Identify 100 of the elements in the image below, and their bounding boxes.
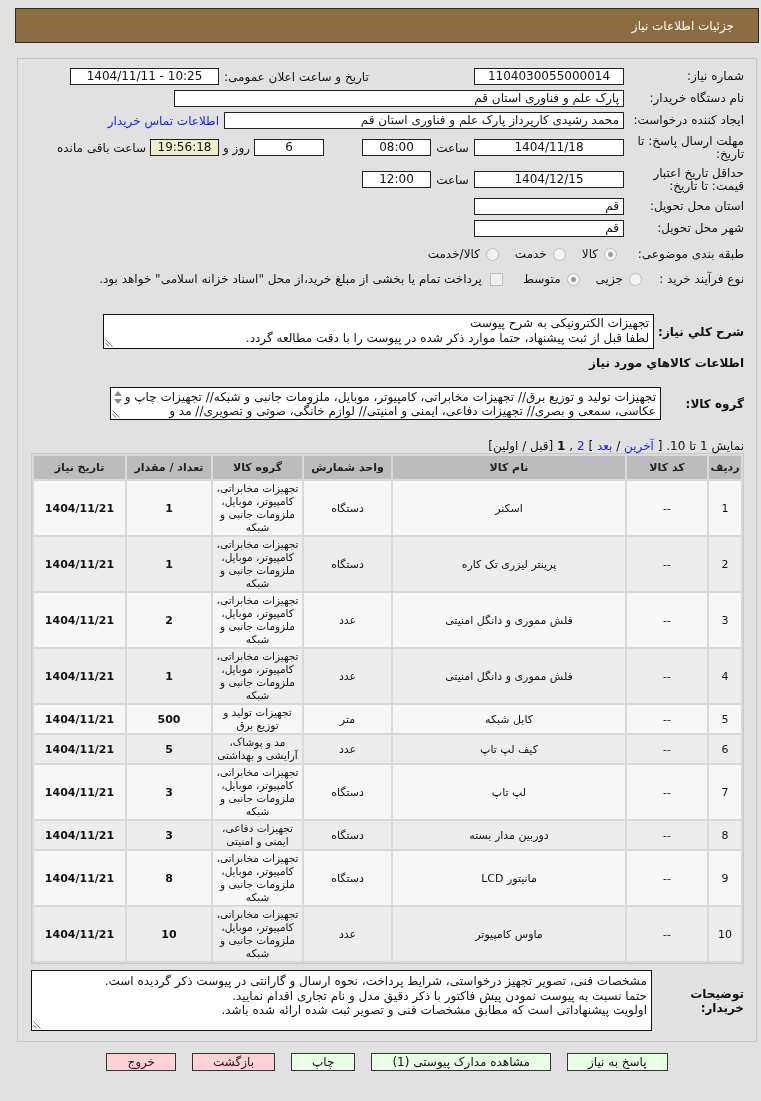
pager-text: [ (657, 439, 663, 453)
table-cell: 1404/11/21 (34, 907, 125, 961)
table-cell: -- (627, 907, 707, 961)
table-cell: 7 (709, 765, 741, 819)
page-link[interactable]: 2 (576, 439, 585, 453)
table-cell: -- (627, 735, 707, 763)
table-cell: 2 (127, 593, 211, 647)
field-label: ساعت (436, 172, 469, 187)
table-cell: 500 (127, 705, 211, 733)
column-header: ردیف (709, 456, 741, 479)
buyer-org-field[interactable]: پارک علم و فناوری استان قم (174, 90, 624, 107)
column-header: گروه کالا (213, 456, 302, 479)
table-cell: -- (627, 649, 707, 703)
table-cell: 4 (709, 649, 741, 703)
column-header: تعداد / مقدار (127, 456, 211, 479)
table-cell: 1 (127, 481, 211, 535)
time-field[interactable]: 08:00 (362, 139, 431, 156)
table-cell: فلش مموری و دانگل امنیتی (393, 649, 625, 703)
contact-link[interactable]: اطلاعات تماس خریدار (107, 113, 219, 128)
table-cell: اسکنر (393, 481, 625, 535)
table-cell: -- (627, 705, 707, 733)
announcement-date-field[interactable]: 1404/11/11 - 10:25 (70, 68, 219, 85)
table-cell: 5 (709, 705, 741, 733)
radio-label: کالا/خدمت (427, 247, 480, 261)
table-cell: عدد (304, 907, 391, 961)
page-link[interactable]: آخرین (624, 439, 654, 453)
scroll-arrows-icon[interactable] (113, 390, 123, 405)
table-cell: کیف لپ تاپ (393, 735, 625, 763)
field-label: شهر محل تحویل: (657, 221, 744, 235)
requester-field[interactable]: محمد رشیدی کارپرداز پارک علم و فناوری استان قم (224, 112, 624, 129)
column-header: کد کالا (627, 456, 707, 479)
table-cell: پرینتر لیزری تک کاره (393, 537, 625, 591)
table-cell: 1404/11/21 (34, 537, 125, 591)
date-field[interactable]: 1404/11/18 (474, 139, 624, 156)
radio-label: جزیی (595, 272, 623, 286)
action-button[interactable]: مشاهده مدارک پیوستی (1) (371, 1053, 551, 1071)
field-label: مهلت ارسال پاسخ: تا تاریخ: (637, 133, 744, 161)
table-cell: 1 (127, 649, 211, 703)
table-cell: 1 (127, 537, 211, 591)
resize-grip-icon[interactable] (105, 339, 114, 347)
field-label: نوع فرآیند خرید : (659, 271, 744, 286)
table-cell: 6 (709, 735, 741, 763)
field-label: حداقل تاریخ اعتبار قیمت: تا تاریخ: (653, 165, 744, 193)
table-cell: فلش مموری و دانگل امنیتی (393, 593, 625, 647)
table-cell: مد و پوشاک، آرایشی و بهداشتی (213, 735, 302, 763)
table-cell: 8 (127, 851, 211, 905)
table-cell: 8 (709, 821, 741, 849)
province-field[interactable]: قم (474, 198, 624, 215)
date-field[interactable]: 1404/12/15 (474, 171, 624, 188)
resize-grip-icon[interactable] (112, 410, 120, 418)
table-cell: عدد (304, 735, 391, 763)
field-label: توضیحات خریدار: (690, 986, 744, 1015)
table-cell: 5 (127, 735, 211, 763)
goods-group-field[interactable]: تجهیزات تولید و توزیع برق// تجهیزات مخابراتی، کامپیوتر، موبایل، ملزومات جانبی و شبکه// تجهیزات چاپ و عکاسی، سمعی و بصری// تجهیزات دفاعی، ایمنی و امنیتی// لوازم خانگی، صوتی و تصویری// مد و (110, 387, 661, 420)
description-field[interactable]: تجهیزات الکترونیکی به شرح پیوست لطفا قبل از ثبت پیشنهاد، حتما موارد ذکر شده در پیوست را با دقت مطالعه گردد. (103, 314, 655, 349)
need-number-field[interactable]: 1104030055000014 (474, 68, 624, 85)
field-label: ایجاد کننده درخواست: (633, 113, 744, 127)
field-label: شرح كلي نياز: (658, 324, 744, 339)
column-header: واحد شمارش (304, 456, 391, 479)
action-button[interactable]: چاپ (291, 1053, 356, 1071)
field-label: طبقه بندی موضوعی: (637, 246, 744, 261)
field-label: گروه کالا: (685, 396, 744, 411)
table-cell: تجهیزات مخابراتی، کامپیوتر، موبایل، ملزومات جانبی و شبکه (213, 907, 302, 961)
page-link[interactable]: بعد (596, 439, 613, 453)
time-field[interactable]: 12:00 (362, 171, 431, 188)
resize-grip-icon[interactable] (33, 1021, 41, 1029)
countdown-display: 19:56:18 (150, 139, 219, 156)
table-cell: 10 (127, 907, 211, 961)
table-cell: تجهیزات مخابراتی، کامپیوتر، موبایل، ملزومات جانبی و شبکه (213, 765, 302, 819)
table-cell: 1404/11/21 (34, 765, 125, 819)
table-cell: 3 (127, 765, 211, 819)
table-cell: تجهیزات مخابراتی، کامپیوتر، موبایل، ملزومات جانبی و شبکه (213, 851, 302, 905)
table-cell: دستگاه (304, 821, 391, 849)
table-cell: دستگاه (304, 851, 391, 905)
field-label: نام دستگاه خریدار: (649, 91, 744, 105)
field-label: تاریخ و ساعت اعلان عمومی: (224, 69, 369, 84)
city-field[interactable]: قم (474, 220, 624, 237)
notes-field[interactable]: مشخصات فنی، تصویر تجهیز درخواستی، شرایط پرداخت، نحوه ارسال و گارانتی در پیوست ذکر گردیده است. حتما نسبت به پیوست نمودن پیش فاکتور با ذکر دقیق مدل و نام تجاری اقدام نمایید. اولویت پیشنهاداتی است که مطابق مشخصات فنی و تصویر ثبت شده ارائه شده باشد. (31, 970, 652, 1031)
table-cell: 1404/11/21 (34, 705, 125, 733)
table-cell: 1404/11/21 (34, 481, 125, 535)
action-button[interactable]: بازگشت (192, 1053, 275, 1071)
action-button[interactable]: خروج (106, 1053, 176, 1071)
table-cell: -- (627, 821, 707, 849)
table-cell: 9 (709, 851, 741, 905)
field-label: استان محل تحویل: (649, 199, 744, 213)
table-cell: عدد (304, 593, 391, 647)
table-cell: 2 (709, 537, 741, 591)
column-header: نام کالا (393, 456, 625, 479)
action-button[interactable]: پاسخ به نیاز (566, 1053, 668, 1071)
table-cell: 1404/11/21 (34, 649, 125, 703)
radio-label: متوسط (522, 272, 561, 286)
days-field[interactable]: 6 (254, 139, 324, 156)
table-cell: دستگاه (304, 765, 391, 819)
table-cell: تجهیزات دفاعی، ایمنی و امنیتی (213, 821, 302, 849)
field-label: ساعت (436, 140, 469, 155)
table-cell: -- (627, 851, 707, 905)
table-cell: کابل شبکه (393, 705, 625, 733)
table-cell: -- (627, 481, 707, 535)
table-cell: تجهیزات مخابراتی، کامپیوتر، موبایل، ملزومات جانبی و شبکه (213, 649, 302, 703)
table-cell: 1404/11/21 (34, 851, 125, 905)
